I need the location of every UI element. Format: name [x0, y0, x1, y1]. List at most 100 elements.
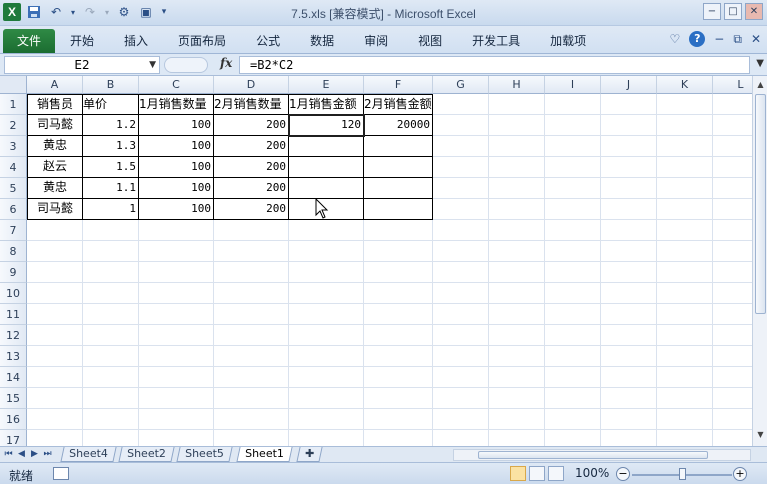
empty-cell[interactable]: [489, 346, 545, 367]
empty-cell[interactable]: [364, 283, 433, 304]
empty-cell[interactable]: [289, 409, 364, 430]
expand-formula-bar-icon[interactable]: ▼: [756, 58, 764, 69]
table-cell[interactable]: 单价: [83, 94, 139, 115]
empty-cell[interactable]: [433, 346, 489, 367]
empty-cell[interactable]: [289, 283, 364, 304]
empty-cell[interactable]: [545, 199, 601, 220]
empty-cell[interactable]: [657, 178, 713, 199]
column-header[interactable]: L: [713, 76, 752, 94]
row-header[interactable]: 8: [0, 241, 27, 262]
empty-cell[interactable]: [214, 325, 289, 346]
empty-cell[interactable]: [27, 409, 83, 430]
empty-cell[interactable]: [364, 367, 433, 388]
column-header[interactable]: H: [489, 76, 545, 94]
normal-view-icon[interactable]: [510, 466, 526, 481]
empty-cell[interactable]: [83, 388, 139, 409]
table-cell[interactable]: 100: [139, 136, 214, 157]
empty-cell[interactable]: [657, 430, 713, 446]
empty-cell[interactable]: [545, 409, 601, 430]
empty-cell[interactable]: [601, 388, 657, 409]
empty-cell[interactable]: [545, 262, 601, 283]
next-sheet-icon[interactable]: ▶: [29, 448, 40, 461]
empty-cell[interactable]: [713, 94, 752, 115]
empty-cell[interactable]: [601, 178, 657, 199]
empty-cell[interactable]: [139, 367, 214, 388]
vertical-scroll-thumb[interactable]: [755, 94, 766, 314]
empty-cell[interactable]: [214, 367, 289, 388]
empty-cell[interactable]: [83, 262, 139, 283]
empty-cell[interactable]: [433, 94, 489, 115]
table-cell[interactable]: [289, 136, 364, 157]
row-header[interactable]: 17: [0, 430, 27, 446]
empty-cell[interactable]: [433, 136, 489, 157]
column-header[interactable]: F: [364, 76, 433, 94]
tab-developer[interactable]: 开发工具: [457, 29, 535, 53]
empty-cell[interactable]: [27, 430, 83, 446]
row-header[interactable]: 4: [0, 157, 27, 178]
empty-cell[interactable]: [27, 220, 83, 241]
empty-cell[interactable]: [713, 325, 752, 346]
empty-cell[interactable]: [545, 178, 601, 199]
empty-cell[interactable]: [364, 304, 433, 325]
insert-sheet-icon[interactable]: ✚: [296, 447, 323, 462]
table-cell[interactable]: 200: [214, 178, 289, 199]
table-cell[interactable]: 司马懿: [27, 115, 83, 136]
row-header[interactable]: 14: [0, 367, 27, 388]
empty-cell[interactable]: [433, 178, 489, 199]
empty-cell[interactable]: [489, 136, 545, 157]
column-header[interactable]: G: [433, 76, 489, 94]
empty-cell[interactable]: [713, 367, 752, 388]
row-header[interactable]: 6: [0, 199, 27, 220]
empty-cell[interactable]: [364, 409, 433, 430]
empty-cell[interactable]: [601, 430, 657, 446]
table-cell[interactable]: 100: [139, 178, 214, 199]
empty-cell[interactable]: [545, 304, 601, 325]
maximize-button[interactable]: □: [724, 3, 742, 20]
empty-cell[interactable]: [139, 220, 214, 241]
empty-cell[interactable]: [657, 157, 713, 178]
empty-cell[interactable]: [601, 262, 657, 283]
table-cell[interactable]: 200: [214, 136, 289, 157]
table-cell[interactable]: [364, 157, 433, 178]
empty-cell[interactable]: [83, 325, 139, 346]
empty-cell[interactable]: [289, 346, 364, 367]
table-cell[interactable]: 1: [83, 199, 139, 220]
empty-cell[interactable]: [139, 262, 214, 283]
empty-cell[interactable]: [713, 199, 752, 220]
name-box-dropdown-icon[interactable]: ▼: [149, 57, 156, 73]
empty-cell[interactable]: [214, 220, 289, 241]
empty-cell[interactable]: [489, 430, 545, 446]
row-header[interactable]: 13: [0, 346, 27, 367]
select-all-corner[interactable]: [0, 76, 27, 94]
table-cell[interactable]: 200: [214, 115, 289, 136]
empty-cell[interactable]: [364, 346, 433, 367]
tab-view[interactable]: 视图: [403, 29, 457, 53]
empty-cell[interactable]: [657, 241, 713, 262]
empty-cell[interactable]: [601, 283, 657, 304]
column-header[interactable]: A: [27, 76, 83, 94]
empty-cell[interactable]: [657, 388, 713, 409]
empty-cell[interactable]: [433, 115, 489, 136]
empty-cell[interactable]: [601, 241, 657, 262]
table-cell[interactable]: 2月销售数量: [214, 94, 289, 115]
empty-cell[interactable]: [657, 199, 713, 220]
empty-cell[interactable]: [214, 430, 289, 446]
table-cell[interactable]: 黄忠: [27, 136, 83, 157]
empty-cell[interactable]: [545, 136, 601, 157]
empty-cell[interactable]: [364, 325, 433, 346]
empty-cell[interactable]: [214, 409, 289, 430]
empty-cell[interactable]: [489, 178, 545, 199]
row-header[interactable]: 1: [0, 94, 27, 115]
tab-data[interactable]: 数据: [295, 29, 349, 53]
empty-cell[interactable]: [83, 241, 139, 262]
empty-cell[interactable]: [433, 262, 489, 283]
table-cell[interactable]: 1.3: [83, 136, 139, 157]
empty-cell[interactable]: [83, 304, 139, 325]
row-header[interactable]: 3: [0, 136, 27, 157]
empty-cell[interactable]: [601, 115, 657, 136]
empty-cell[interactable]: [713, 241, 752, 262]
empty-cell[interactable]: [545, 346, 601, 367]
empty-cell[interactable]: [657, 262, 713, 283]
empty-cell[interactable]: [214, 388, 289, 409]
empty-cell[interactable]: [27, 367, 83, 388]
